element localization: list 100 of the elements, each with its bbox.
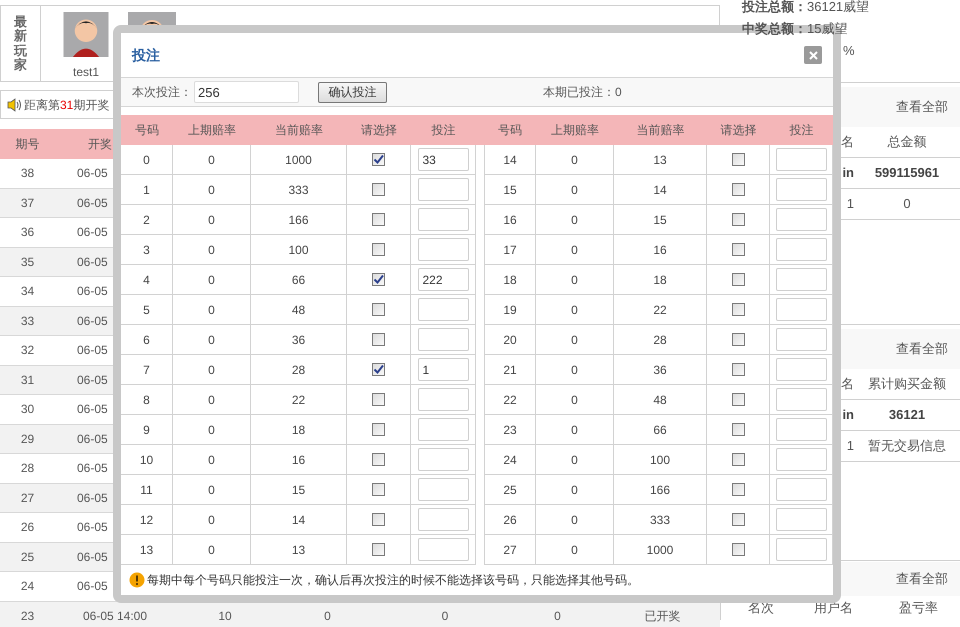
bet-input[interactable] [776,178,826,201]
table-cell-text: 0 [571,392,578,408]
checkbox[interactable] [732,423,744,436]
panel-label: 最新玩家 [14,14,27,72]
checkbox[interactable] [372,423,385,436]
column-header: 投注 [790,122,814,139]
table-cell-text: 11 [140,482,153,498]
view-all-link[interactable]: 查看全部 [896,97,948,117]
checkbox[interactable] [372,513,385,526]
bet-input[interactable]: 1 [418,358,468,381]
checkbox[interactable] [732,483,744,496]
table-cell-text: 22 [503,392,517,408]
close-icon [808,50,818,60]
checkbox[interactable] [372,273,385,286]
table-cell-text: 06-05 14:00 [82,608,148,625]
bet-input[interactable] [776,538,826,561]
table-cell-text: 0 [208,512,215,528]
column-header: 请选择 [361,122,397,139]
bet-input[interactable] [776,478,826,501]
bet-input[interactable] [776,298,826,321]
bet-input[interactable] [776,508,826,531]
checkbox[interactable] [732,333,744,346]
bet-input[interactable]: 33 [418,148,468,171]
view-all-link[interactable]: 查看全部 [896,569,948,589]
table-cell-text: 0 [143,152,150,168]
confirm-bet-button[interactable]: 确认投注 [318,82,387,102]
table-cell-text: 48 [292,302,306,318]
bet-input[interactable] [776,448,826,471]
table-cell-text: 10 [140,452,154,468]
table-cell-text: 0 [208,482,215,498]
checkbox[interactable] [732,513,744,526]
table-cell-text: 0 [571,512,578,528]
table-cell-text: 0 [208,452,215,468]
bet-input[interactable] [418,448,468,471]
checkbox[interactable] [732,273,744,286]
table-cell-text: 16 [653,242,667,258]
checkbox[interactable] [732,183,744,196]
table-cell-text: 0 [571,452,578,468]
bet-label: 本次投注： [132,84,192,101]
bet-input[interactable] [776,418,826,441]
checkbox[interactable] [372,333,385,346]
bet-input[interactable] [418,208,468,231]
bet-input[interactable] [418,538,468,561]
close-button[interactable] [804,46,822,64]
checkbox[interactable] [732,363,744,376]
checkbox[interactable] [372,183,385,196]
bet-input[interactable] [418,388,468,411]
checkbox[interactable] [372,243,385,256]
player-name[interactable]: test1 [72,63,99,81]
table-cell-text: 48 [653,392,667,408]
checkbox[interactable] [372,303,385,316]
table-cell-text: 0 [571,242,578,258]
checkbox[interactable] [372,483,385,496]
table-cell-text: 06-05 [77,460,108,478]
checkbox[interactable] [732,213,744,226]
table-cell-text: 23 [20,608,34,625]
bet-input[interactable] [776,238,826,261]
bet-input[interactable] [776,148,826,171]
table-cell-text: 0 [208,542,215,558]
checkbox[interactable] [732,153,744,166]
bet-input[interactable] [418,418,468,441]
checkbox[interactable] [372,393,385,406]
checkbox[interactable] [732,243,744,256]
bet-input[interactable] [418,238,468,261]
table-cell-text: 66 [653,422,667,438]
checkbox[interactable] [732,453,744,466]
bet-input[interactable] [776,358,826,381]
bet-input[interactable] [418,508,468,531]
column-header: 期号 [16,136,40,153]
table-cell-text: 06-05 [77,254,108,271]
bet-input[interactable] [418,478,468,501]
bet-input[interactable] [776,388,826,411]
bet-input[interactable] [418,178,468,201]
table-cell-text: 06-05 [77,342,108,360]
checkbox[interactable] [372,543,385,556]
checkbox[interactable] [372,363,385,376]
table-cell-text: 13 [140,542,154,558]
table-cell-text: 20 [503,332,517,348]
table-cell-text: 0 [571,542,578,558]
table-cell-text: 2 [143,212,150,228]
table-cell-text: 已开奖 [644,608,680,625]
bet-input[interactable] [418,328,468,351]
bet-input[interactable]: 222 [418,268,468,291]
checkbox[interactable] [732,303,744,316]
bet-amount-field[interactable]: 256 [194,81,299,103]
bet-input[interactable] [418,298,468,321]
checkbox[interactable] [372,453,385,466]
bet-input[interactable] [776,268,826,291]
checkbox[interactable] [732,393,744,406]
table-cell-text: 0 [554,608,561,625]
table-cell-text: 27 [503,542,517,558]
checkbox[interactable] [372,213,385,226]
placed-bets-text: 本期已投注：0 [543,84,622,101]
view-all-link[interactable]: 查看全部 [896,339,948,359]
speaker-icon [7,98,23,112]
checkbox[interactable] [372,153,385,166]
column-header: 累计购买金额 [868,375,946,394]
bet-input[interactable] [776,208,826,231]
bet-input[interactable] [776,328,826,351]
checkbox[interactable] [732,543,744,556]
